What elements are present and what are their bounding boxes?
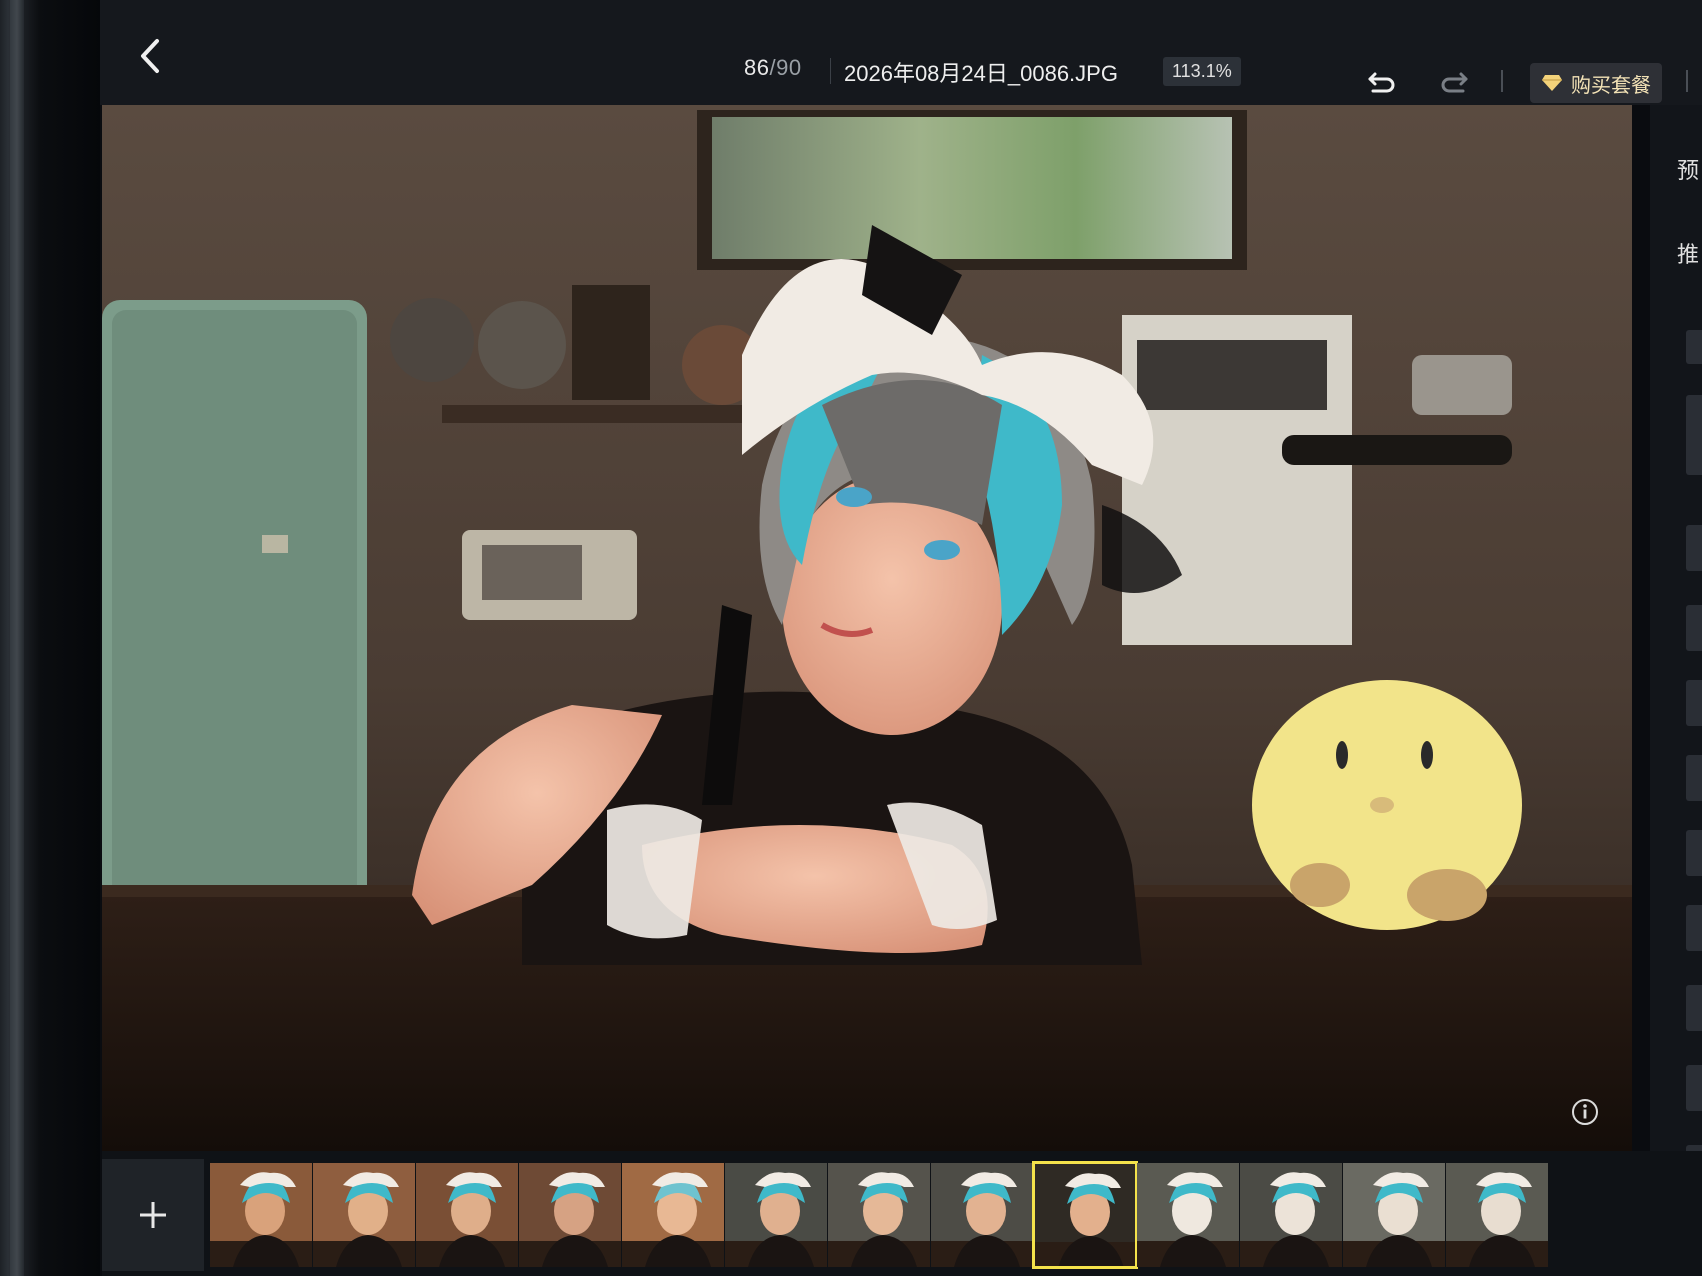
thumbnail-image	[828, 1163, 930, 1267]
thumbnail-image	[1137, 1163, 1239, 1267]
redo-button[interactable]	[1437, 66, 1471, 96]
thumbnail-image	[519, 1163, 621, 1267]
thumbnail-item[interactable]	[1341, 1161, 1447, 1269]
divider	[1501, 70, 1503, 92]
thumbnail-item[interactable]	[311, 1161, 417, 1269]
thumbnail-item[interactable]	[929, 1161, 1035, 1269]
thumbnail-item[interactable]	[414, 1161, 520, 1269]
zoom-level[interactable]: 113.1%	[1163, 57, 1241, 86]
counter-total: /90	[769, 55, 802, 80]
thumbnail-item[interactable]	[620, 1161, 726, 1269]
panel-card[interactable]	[1686, 905, 1702, 951]
file-name: 2026年08月24日_0086.JPG	[844, 61, 1118, 86]
panel-card[interactable]	[1686, 1065, 1702, 1111]
thumbnail-image	[416, 1163, 518, 1267]
thumbnail-item[interactable]	[1032, 1161, 1138, 1269]
thumbnail-item[interactable]	[723, 1161, 829, 1269]
buy-package-button[interactable]: 购买套餐	[1530, 63, 1662, 103]
divider	[1686, 70, 1688, 92]
panel-label-preview: 预	[1677, 158, 1700, 183]
back-button[interactable]	[130, 36, 170, 76]
photo-counter: 86/90	[744, 55, 802, 81]
panel-control[interactable]	[1686, 330, 1702, 364]
counter-current: 86	[744, 55, 770, 80]
thumbnail-image	[313, 1163, 415, 1267]
panel-card[interactable]	[1686, 755, 1702, 801]
thumbnail-image	[1240, 1163, 1342, 1267]
panel-card[interactable]	[1686, 680, 1702, 726]
undo-icon	[1368, 72, 1395, 93]
thumbnail-image	[622, 1163, 724, 1267]
undo-button[interactable]	[1365, 66, 1399, 96]
device-bezel-edge	[10, 0, 24, 1276]
thumbnail-item[interactable]	[826, 1161, 932, 1269]
thumbnail-strip	[102, 1151, 1702, 1276]
info-button[interactable]	[1570, 1097, 1600, 1127]
add-photo-button[interactable]	[102, 1159, 204, 1271]
info-icon	[1572, 1099, 1598, 1125]
thumbnail-item[interactable]	[1238, 1161, 1344, 1269]
diamond-icon	[1542, 75, 1562, 91]
photo-viewer[interactable]	[102, 105, 1632, 1151]
right-panel: 预 推	[1650, 105, 1702, 1276]
panel-card[interactable]	[1686, 830, 1702, 876]
thumbnail-item[interactable]	[517, 1161, 623, 1269]
panel-card[interactable]	[1686, 985, 1702, 1031]
thumbnail-image	[931, 1163, 1033, 1267]
thumbnail-image	[1343, 1163, 1445, 1267]
thumbnail-image	[725, 1163, 827, 1267]
plus-icon	[140, 1202, 166, 1228]
panel-card[interactable]	[1686, 605, 1702, 651]
panel-card[interactable]	[1686, 525, 1702, 571]
panel-card[interactable]	[1686, 395, 1702, 475]
main-photo	[102, 105, 1632, 1151]
thumbnail-image	[1446, 1163, 1548, 1267]
buy-package-label: 购买套餐	[1571, 74, 1651, 97]
divider	[830, 58, 831, 84]
thumbnail-image	[1035, 1164, 1135, 1266]
thumbnail-item[interactable]	[1135, 1161, 1241, 1269]
thumbnail-item[interactable]	[1444, 1161, 1550, 1269]
redo-icon	[1441, 72, 1468, 93]
thumbnail-item[interactable]	[208, 1161, 314, 1269]
chevron-left-icon	[141, 39, 159, 73]
thumbnail-image	[210, 1163, 312, 1267]
panel-label-recommend: 推	[1677, 242, 1700, 267]
